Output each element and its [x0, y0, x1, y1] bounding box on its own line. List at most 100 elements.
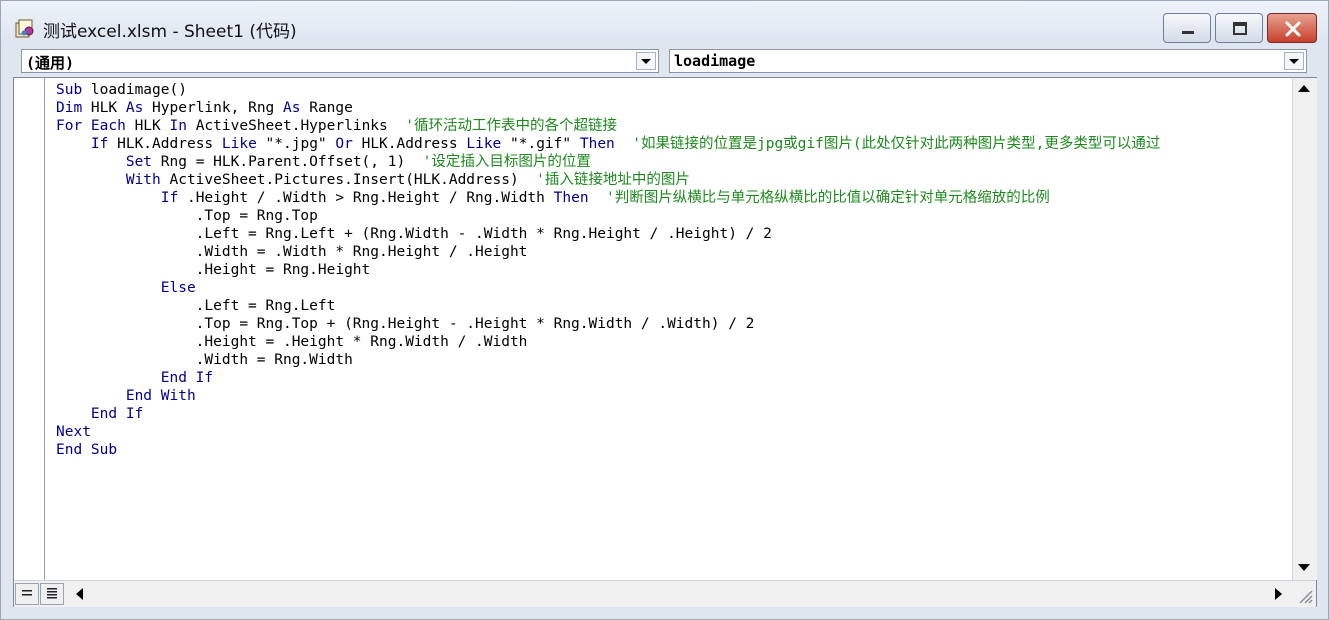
code-keyword: If	[160, 190, 179, 206]
code-text: .Height = Rng.Height	[56, 262, 371, 278]
window-title: 测试excel.xlsm - Sheet1 (代码)	[43, 22, 297, 42]
code-text: Rng = HLK.Parent.Offset(, 1)	[152, 154, 423, 170]
procedure-selector[interactable]: loadimage	[669, 49, 1307, 73]
object-selector[interactable]: (通用)	[21, 49, 659, 73]
code-keyword: If	[90, 136, 109, 152]
resize-grip-icon[interactable]	[1294, 587, 1314, 605]
code-text: HLK	[82, 100, 126, 116]
code-keyword: Like	[221, 136, 257, 152]
code-text: HLK	[125, 118, 170, 134]
code-line[interactable]: Next	[56, 423, 1292, 441]
code-comment: '插入链接地址中的图片	[536, 172, 690, 188]
object-selector-value: (通用)	[26, 54, 75, 72]
code-line[interactable]: For Each HLK In ActiveSheet.Hyperlinks '…	[56, 117, 1292, 135]
chevron-down-icon[interactable]	[636, 52, 656, 70]
code-line[interactable]: End If	[56, 369, 1292, 387]
code-line[interactable]: .Width = Rng.Width	[56, 351, 1292, 369]
code-editor[interactable]: Sub loadimage() Dim HLK As Hyperlink, Rng…	[13, 77, 1317, 607]
code-keyword: Sub	[56, 82, 83, 98]
restore-button[interactable]	[1215, 13, 1263, 43]
code-line[interactable]: Set Rng = HLK.Parent.Offset(, 1) '设定插入目标…	[56, 153, 1292, 171]
code-text: .Left = Rng.Left + (Rng.Width - .Width *…	[56, 226, 772, 242]
code-keyword: End If	[160, 370, 214, 386]
arrow-down-icon	[1298, 564, 1310, 571]
code-text: .Left = Rng.Left	[56, 298, 336, 314]
code-text: "*.jpg"	[256, 136, 336, 152]
code-text: loadimage()	[82, 82, 187, 98]
code-keyword: For Each	[56, 118, 126, 134]
code-keyword: In	[169, 118, 187, 134]
scroll-down-button[interactable]	[1293, 556, 1315, 578]
arrow-right-icon	[1275, 588, 1282, 600]
code-keyword: End Sub	[56, 442, 118, 458]
procedure-view-button[interactable]	[15, 583, 39, 605]
minimize-icon	[1182, 31, 1194, 34]
vba-code-window: 测试excel.xlsm - Sheet1 (代码) (通用) loadimag…	[0, 0, 1329, 620]
code-keyword: Set	[125, 154, 153, 170]
code-line[interactable]: Else	[56, 279, 1292, 297]
margin-indicator-bar[interactable]	[14, 78, 45, 580]
full-module-view-button[interactable]	[40, 583, 64, 605]
code-line[interactable]: If .Height / .Width > Rng.Height / Rng.W…	[56, 189, 1292, 207]
code-text-area[interactable]: Sub loadimage() Dim HLK As Hyperlink, Rng…	[56, 81, 1292, 579]
horizontal-scroll-area	[14, 580, 1316, 607]
code-keyword: Then	[553, 190, 589, 206]
code-text: ActiveSheet.Hyperlinks	[186, 118, 406, 134]
code-text: HLK.Address	[108, 136, 222, 152]
scroll-up-button[interactable]	[1293, 78, 1315, 100]
code-line[interactable]: End If	[56, 405, 1292, 423]
code-text: .Width = Rng.Width	[56, 352, 353, 368]
minimize-button[interactable]	[1163, 13, 1211, 43]
code-line[interactable]: .Left = Rng.Left	[56, 297, 1292, 315]
code-line[interactable]: If HLK.Address Like "*.jpg" Or HLK.Addre…	[56, 135, 1292, 153]
code-keyword: End If	[90, 406, 144, 422]
code-text: ActiveSheet.Pictures.Insert(HLK.Address)	[160, 172, 537, 188]
code-keyword: As	[125, 100, 144, 116]
code-comment: '如果链接的位置是jpg或gif图片(此处仅针对此两种图片类型,更多类型可以通过	[632, 136, 1161, 152]
vba-module-icon	[15, 19, 37, 39]
chevron-down-icon[interactable]	[1284, 52, 1304, 70]
close-button[interactable]	[1267, 13, 1317, 43]
code-line[interactable]: .Width = .Width * Rng.Height / .Height	[56, 243, 1292, 261]
full-module-view-icon	[47, 588, 57, 599]
restore-icon	[1233, 22, 1247, 35]
code-comment: '循环活动工作表中的各个超链接	[405, 118, 617, 134]
code-keyword: With	[125, 172, 161, 188]
title-bar[interactable]: 测试excel.xlsm - Sheet1 (代码)	[1, 1, 1328, 45]
code-line[interactable]: .Height = .Height * Rng.Width / .Width	[56, 333, 1292, 351]
code-text: Range	[300, 100, 353, 116]
code-comment: '判断图片纵横比与单元格纵横比的比值以确定针对单元格缩放的比例	[606, 190, 1050, 206]
code-line[interactable]: .Height = Rng.Height	[56, 261, 1292, 279]
code-line[interactable]: End With	[56, 387, 1292, 405]
code-line[interactable]: .Left = Rng.Left + (Rng.Width - .Width *…	[56, 225, 1292, 243]
scroll-left-button[interactable]	[68, 583, 92, 605]
code-line[interactable]: Sub loadimage()	[56, 81, 1292, 99]
arrow-left-icon	[76, 588, 83, 600]
code-text: Hyperlink, Rng	[143, 100, 284, 116]
code-line[interactable]: .Top = Rng.Top + (Rng.Height - .Height *…	[56, 315, 1292, 333]
code-text: .Top = Rng.Top	[56, 208, 318, 224]
code-text: "*.gif"	[501, 136, 580, 152]
code-text: .Top = Rng.Top + (Rng.Height - .Height *…	[56, 316, 755, 332]
code-line[interactable]: End Sub	[56, 441, 1292, 459]
code-line[interactable]: With ActiveSheet.Pictures.Insert(HLK.Add…	[56, 171, 1292, 189]
procedure-view-icon	[22, 590, 32, 596]
code-text: HLK.Address	[352, 136, 467, 152]
code-line[interactable]: .Top = Rng.Top	[56, 207, 1292, 225]
code-text: .Height / .Width > Rng.Height / Rng.Widt…	[178, 190, 554, 206]
code-keyword: Like	[466, 136, 502, 152]
vertical-scrollbar[interactable]	[1292, 78, 1317, 580]
code-keyword: End With	[125, 388, 196, 404]
code-keyword: Else	[160, 280, 196, 296]
code-line[interactable]: Dim HLK As Hyperlink, Rng As Range	[56, 99, 1292, 117]
scroll-right-button[interactable]	[1266, 583, 1290, 605]
code-keyword: As	[283, 100, 301, 116]
arrow-up-icon	[1298, 85, 1310, 92]
code-text: .Width = .Width * Rng.Height / .Height	[56, 244, 528, 260]
